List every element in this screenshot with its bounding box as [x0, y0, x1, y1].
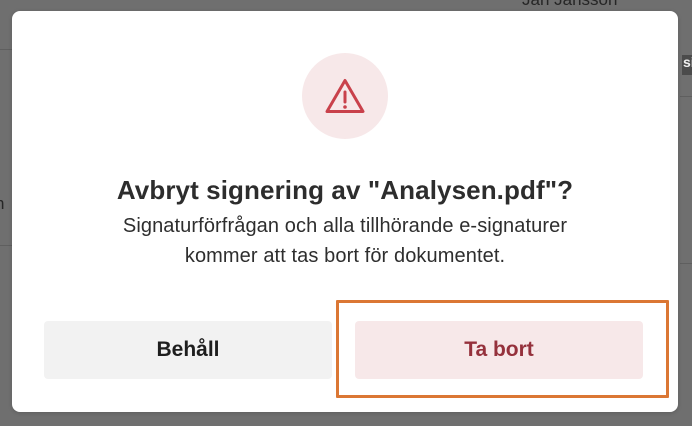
remove-button[interactable]: Ta bort [355, 321, 643, 379]
background-divider [0, 245, 12, 246]
keep-button[interactable]: Behåll [44, 321, 332, 379]
warning-triangle-icon [325, 79, 365, 113]
background-divider [680, 96, 692, 97]
keep-button-label: Behåll [156, 338, 220, 361]
warning-icon-container [302, 53, 388, 139]
background-left-text-fragment: n [0, 195, 7, 215]
dialog-message: Signaturförfrågan och alla tillhörande e… [122, 215, 568, 267]
remove-button-label: Ta bort [464, 338, 534, 361]
background-user-name: Jan Jansson [522, 0, 617, 8]
background-divider [0, 49, 12, 50]
dialog-title: Avbryt signering av "Analysen.pdf"? [116, 175, 574, 205]
background-divider [680, 263, 692, 264]
cancel-signing-dialog: Avbryt signering av "Analysen.pdf"? Sign… [12, 11, 678, 412]
background-right-text-fragment: si [682, 55, 692, 75]
